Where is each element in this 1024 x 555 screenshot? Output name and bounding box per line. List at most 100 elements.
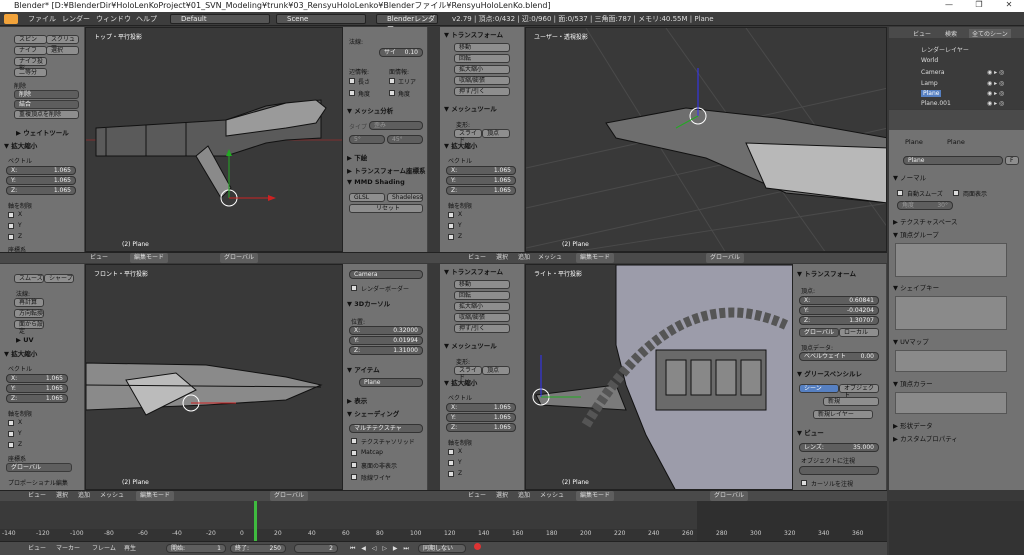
view-menu[interactable]: ビュー [28,491,46,501]
mesh-analysis-header[interactable]: ▼ メッシュ分析 [347,105,393,115]
uv-maps-list[interactable] [895,350,1007,372]
render-engine-select[interactable]: Blenderレンダー [376,14,438,31]
scene-select[interactable]: Scene [276,14,366,24]
mode-select[interactable]: 編集モード [576,253,615,263]
timeline-frame-menu[interactable]: フレーム [92,544,116,554]
resize-header[interactable]: ▼ 拡大縮小 [4,348,37,358]
mmd-shading-header[interactable]: ▼ MMD Shading [347,178,405,186]
blender-logo-icon[interactable] [4,14,18,24]
new-layer-button[interactable]: 新規レイヤー [813,410,873,419]
resize-header[interactable]: ▼ 拡大縮小 [4,140,37,150]
vertex-groups-header[interactable]: ▼ 頂点グループ [893,229,939,239]
outliner-render-layers[interactable]: レンダーレイヤー [921,45,969,54]
transform-header[interactable]: ▼ トランスフォーム [444,29,503,39]
scale-z-field[interactable]: Z: 1.065 [446,423,516,432]
remove-doubles-button[interactable]: 重複頂点を削除 [14,110,79,119]
display-header[interactable]: ▶ 表示 [347,395,367,405]
constraint-z-checkbox[interactable] [448,234,454,240]
analysis-max-field[interactable]: 45° [387,135,423,144]
rotate-button[interactable]: 回転 [454,291,510,300]
mesh-tools-header[interactable]: ▼ メッシュツール [444,340,497,350]
vertex-y-field[interactable]: Y: -0.04204 [799,306,879,315]
layout-select[interactable]: Default [170,14,270,24]
object-toggle[interactable]: オブジェクト [839,384,879,399]
scale-y-field[interactable]: Y: 1.065 [446,176,516,185]
backface-checkbox[interactable] [351,462,357,468]
select-menu[interactable]: 選択 [56,491,68,501]
knife-project-button[interactable]: ナイフ投影 [14,57,47,72]
length-checkbox[interactable] [349,78,355,84]
eye-icon[interactable]: ◉ ▸ ◎ [987,100,1004,107]
minimize-button[interactable]: — [934,0,964,12]
record-icon[interactable] [474,543,481,550]
coord-select[interactable]: グローバル [6,463,72,472]
knife-button[interactable]: ナイフ [14,46,47,55]
viewport-right[interactable]: ライト・平行投影 (2) Plane [525,264,793,490]
view-header[interactable]: ▼ ビュー [797,427,824,437]
grease-pencil-header[interactable]: ▼ グリースペンシルレ [797,368,862,378]
scale-x-field[interactable]: X: 1.065 [6,374,68,383]
cursor3d-header[interactable]: ▼ 3Dカーソル [347,298,390,308]
scale-x-field[interactable]: X: 1.065 [446,403,516,412]
scene-toggle[interactable]: シーン [799,384,839,393]
custom-props-header[interactable]: ▶ カスタムプロパティ [893,433,958,443]
menu-render[interactable]: レンダー [62,14,90,24]
add-menu[interactable]: 追加 [518,253,530,263]
texture-solid-checkbox[interactable] [351,438,357,444]
shading-header[interactable]: ▼ シェーディング [347,408,399,418]
orientation-select[interactable]: グローバル [706,253,744,263]
constraint-y-checkbox[interactable] [8,223,14,229]
menu-help[interactable]: ヘルプ [136,14,157,24]
vertex-groups-list[interactable] [895,243,1007,277]
constraint-x-checkbox[interactable] [448,212,454,218]
orientation-select[interactable]: グローバル [710,491,748,501]
uv-header[interactable]: ▶ UV [16,336,34,344]
normal-size-field[interactable]: サイ 0.10 [379,48,423,57]
shape-keys-header[interactable]: ▼ シェイプキー [893,282,939,292]
scale-x-field[interactable]: X: 1.065 [446,166,516,175]
close-button[interactable]: ✕ [994,0,1024,12]
end-frame-field[interactable]: 終了: 250 [230,544,286,553]
sharp-button[interactable]: シャープ [44,274,74,283]
global-toggle[interactable]: グローバル [799,328,839,337]
mesh-menu[interactable]: メッシュ [100,491,124,501]
select-button[interactable]: 選択 [46,46,79,55]
current-frame-marker[interactable] [254,501,257,541]
recalculate-button[interactable]: 再計算 [14,298,44,307]
mode-select[interactable]: 編集モード [576,491,615,501]
transform-orient-header[interactable]: ▶ トランスフォーム座標系 [347,165,425,175]
current-frame-field[interactable]: 2 [294,544,338,553]
item-header[interactable]: ▼ アイテム [347,364,380,374]
auto-smooth-checkbox[interactable] [897,190,903,196]
scale-z-field[interactable]: Z: 1.065 [6,186,76,195]
move-button[interactable]: 移動 [454,43,510,52]
view-menu[interactable]: ビュー [468,253,486,263]
outliner-view-menu[interactable]: ビュー [913,29,931,38]
merge-select[interactable]: 結合 [14,100,79,109]
rotate-button[interactable]: 回転 [454,54,510,63]
local-toggle[interactable]: ローカル [839,328,879,337]
scale-button[interactable]: 拡大縮小 [454,65,510,74]
constraint-z-checkbox[interactable] [448,471,454,477]
fake-user-button[interactable]: F [1005,156,1019,165]
delete-select[interactable]: 削除 [14,90,79,99]
uv-maps-header[interactable]: ▼ UVマップ [893,336,929,346]
timeline-marker-menu[interactable]: マーカー [56,544,80,554]
sync-select[interactable]: 同期しない [418,544,466,553]
outliner-camera[interactable]: Camera [921,69,945,76]
constraint-y-checkbox[interactable] [448,223,454,229]
timeline-playback-menu[interactable]: 再生 [124,544,136,554]
eye-icon[interactable]: ◉ ▸ ◎ [987,80,1004,87]
background-header[interactable]: ▶ 下絵 [347,152,367,162]
matcap-checkbox[interactable] [351,450,357,456]
cursor-z-field[interactable]: Z: 1.31000 [349,346,423,355]
outliner-world[interactable]: World [921,57,938,64]
lock-object-field[interactable] [799,466,879,475]
timeline[interactable]: -140 -120 -100 -80 -60 -40 -20 0 20 40 60 80 100 120 1… [0,501,887,541]
add-menu[interactable]: 追加 [518,491,530,501]
analysis-min-field[interactable]: 5° [349,135,385,144]
resize-header[interactable]: ▼ 拡大縮小 [444,377,477,387]
constraint-x-checkbox[interactable] [8,212,14,218]
outliner-lamp[interactable]: Lamp [921,80,938,87]
weight-tools-header[interactable]: ▶ ウェイトツール [16,127,69,137]
